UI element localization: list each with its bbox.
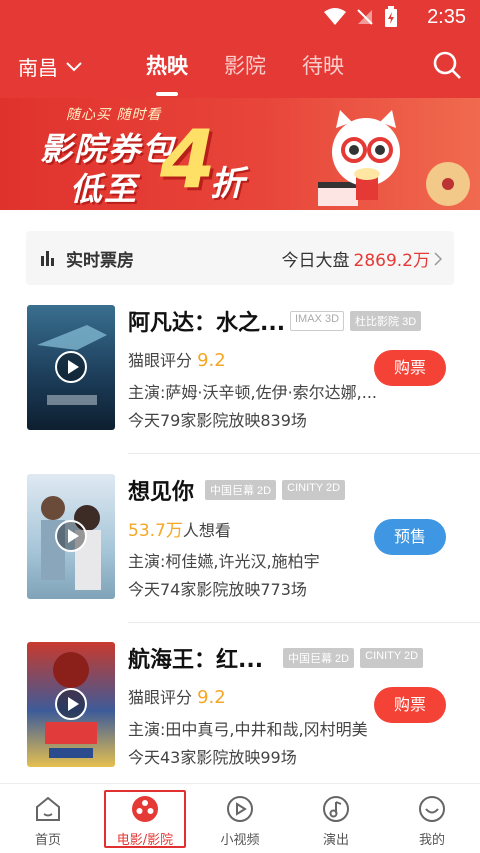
top-tabs: 热映 影院 待映 bbox=[146, 50, 344, 84]
tab-now-showing[interactable]: 热映 bbox=[146, 50, 188, 84]
status-bar: 2:35 bbox=[0, 0, 480, 36]
home-icon bbox=[36, 796, 60, 821]
movie-poster[interactable] bbox=[27, 305, 115, 430]
movie-showings: 今天43家影院放映99场 bbox=[128, 748, 297, 767]
tab-cinemas[interactable]: 影院 bbox=[224, 50, 266, 84]
cat-mascot-icon bbox=[318, 110, 470, 206]
want-count: 53.7万 bbox=[128, 521, 183, 541]
chevron-right-icon bbox=[434, 251, 442, 266]
movie-title: 想见你 bbox=[128, 480, 195, 505]
wifi-icon bbox=[324, 8, 346, 25]
movie-showings: 今天74家影院放映773场 bbox=[128, 580, 307, 599]
music-note-icon bbox=[323, 796, 349, 822]
bar-chart-icon bbox=[41, 251, 54, 266]
divider bbox=[128, 453, 480, 454]
city-selector[interactable]: 南昌 bbox=[18, 52, 82, 81]
movie-cast: 主演:柯佳嬿,许光汉,施柏宇 bbox=[128, 552, 320, 571]
promo-banner[interactable]: 随心买 随时看 影院券包 低至 4 折 bbox=[0, 98, 480, 210]
total-value: 2869.2万 bbox=[353, 251, 430, 271]
nav-label: 演出 bbox=[322, 833, 349, 848]
movie-title: 航海王：红... bbox=[128, 648, 264, 673]
total-label: 今日大盘 bbox=[281, 251, 350, 271]
score-value: 9.2 bbox=[197, 350, 226, 371]
bottom-nav: 首页 电影/影院 小视频 演出 我的 bbox=[0, 783, 480, 853]
movie-poster[interactable] bbox=[27, 474, 115, 599]
buy-ticket-button[interactable]: 购票 bbox=[374, 350, 446, 386]
tab-coming-soon[interactable]: 待映 bbox=[302, 50, 344, 84]
format-tag: CINITY 2D bbox=[360, 648, 424, 668]
buy-ticket-button[interactable]: 购票 bbox=[374, 687, 446, 723]
format-tag: IMAX 3D bbox=[290, 311, 345, 331]
box-office-total: 今日大盘 2869.2万 bbox=[282, 246, 442, 271]
movie-tags: 中国巨幕 2D CINITY 2D bbox=[283, 648, 424, 668]
nav-home[interactable]: 首页 bbox=[6, 784, 90, 853]
score-label: 猫眼评分 bbox=[128, 688, 193, 707]
movie-want: 53.7万人想看 bbox=[128, 516, 231, 541]
score-value: 9.2 bbox=[197, 687, 226, 708]
play-icon[interactable] bbox=[55, 688, 87, 720]
format-tag: CINITY 2D bbox=[282, 480, 346, 500]
top-header: 南昌 热映 影院 待映 bbox=[0, 36, 480, 98]
movie-showings: 今天79家影院放映839场 bbox=[128, 411, 307, 430]
profile-icon bbox=[419, 796, 445, 822]
city-label: 南昌 bbox=[18, 56, 58, 80]
nav-label: 首页 bbox=[34, 833, 61, 848]
movie-tags: 中国巨幕 2D CINITY 2D bbox=[205, 480, 346, 500]
movie-poster[interactable] bbox=[27, 642, 115, 767]
banner-discount-number: 4 bbox=[160, 113, 216, 206]
movie-cast: 主演:田中真弓,中井和哉,冈村明美 bbox=[128, 720, 368, 739]
no-signal-icon bbox=[357, 9, 373, 25]
movie-score: 猫眼评分 9.2 bbox=[128, 347, 226, 371]
play-icon[interactable] bbox=[55, 351, 87, 383]
movie-score: 猫眼评分 9.2 bbox=[128, 684, 226, 708]
want-label: 人想看 bbox=[182, 521, 231, 540]
movie-title: 阿凡达：水之... bbox=[128, 311, 283, 336]
nav-short-video[interactable]: 小视频 bbox=[198, 784, 282, 853]
nav-label: 我的 bbox=[418, 833, 445, 848]
battery-charging-icon bbox=[385, 6, 397, 27]
chevron-down-icon bbox=[66, 61, 82, 71]
format-tag: 杜比影院 3D bbox=[350, 311, 422, 331]
nav-label: 小视频 bbox=[220, 833, 260, 848]
banner-slogan: 随心买 随时看 bbox=[66, 107, 162, 123]
format-tag: 中国巨幕 2D bbox=[283, 648, 355, 668]
search-icon[interactable] bbox=[432, 50, 462, 80]
status-time: 2:35 bbox=[427, 6, 466, 28]
status-icons bbox=[324, 6, 398, 28]
movie-item[interactable]: 想见你 中国巨幕 2D CINITY 2D 53.7万人想看 主演:柯佳嬿,许光… bbox=[0, 474, 480, 644]
banner-discount-unit: 折 bbox=[210, 164, 244, 204]
score-label: 猫眼评分 bbox=[128, 351, 193, 370]
nav-shows[interactable]: 演出 bbox=[294, 784, 378, 853]
presale-button[interactable]: 预售 bbox=[374, 519, 446, 555]
format-tag: 中国巨幕 2D bbox=[205, 480, 277, 500]
banner-subline: 低至 bbox=[70, 170, 139, 208]
play-circle-icon bbox=[227, 796, 253, 822]
play-icon[interactable] bbox=[55, 520, 87, 552]
nav-profile[interactable]: 我的 bbox=[390, 784, 474, 853]
movie-cast: 主演:萨姆·沃辛顿,佐伊·索尔达娜,... bbox=[128, 383, 377, 402]
movie-item[interactable]: 阿凡达：水之... IMAX 3D 杜比影院 3D 猫眼评分 9.2 主演:萨姆… bbox=[0, 305, 480, 475]
box-office-label: 实时票房 bbox=[66, 251, 134, 271]
selection-highlight bbox=[104, 790, 186, 848]
divider bbox=[128, 622, 480, 623]
box-office-bar[interactable]: 实时票房 今日大盘 2869.2万 bbox=[26, 231, 454, 285]
movie-tags: IMAX 3D 杜比影院 3D bbox=[290, 311, 422, 331]
